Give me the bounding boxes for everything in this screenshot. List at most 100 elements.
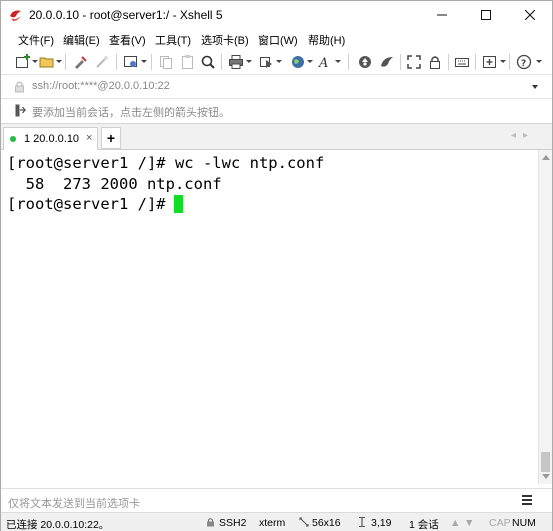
new-session-icon (15, 54, 31, 70)
hamburger-menu-icon[interactable] (522, 495, 532, 507)
add-pane-icon (482, 54, 498, 70)
menu-window[interactable]: 窗口(W) (258, 32, 298, 48)
connected-status-icon (10, 136, 16, 142)
xagent-button[interactable] (378, 53, 396, 71)
maximize-icon (481, 10, 491, 20)
print-button[interactable] (227, 53, 245, 71)
scrollbar-thumb[interactable] (541, 452, 550, 472)
svg-text:?: ? (521, 59, 526, 69)
terminal-scrollbar[interactable] (538, 150, 552, 484)
reconnect-icon (72, 54, 88, 70)
new-tab-button[interactable]: + (101, 127, 121, 149)
fullscreen-button[interactable] (405, 53, 423, 71)
tab-prev-icon[interactable]: ◂ (511, 130, 516, 141)
xagent-icon (379, 54, 395, 70)
session-hint-bar: 要添加当前会话，点击左侧的箭头按钮。 (1, 99, 552, 124)
close-button[interactable] (508, 1, 552, 29)
help-icon: ? (516, 54, 532, 70)
scroll-up-icon[interactable] (542, 155, 550, 160)
arrow-up-icon: ▲ (450, 517, 461, 529)
paste-button[interactable] (178, 53, 196, 71)
find-icon (200, 54, 216, 70)
terminal-line: 58 273 2000 ntp.conf (7, 175, 222, 193)
lock-button[interactable] (426, 53, 444, 71)
protocol-status: SSH2 (219, 517, 247, 529)
tab-bar: 1 20.0.0.10 × + ◂ ▸ (1, 124, 552, 150)
properties-icon (123, 54, 139, 70)
reconnect-button[interactable] (71, 53, 89, 71)
disconnect-button[interactable] (93, 53, 111, 71)
font-button[interactable]: A (316, 53, 334, 71)
menu-edit[interactable]: 编辑(E) (63, 32, 100, 48)
terminal-area[interactable]: [root@server1 /]# wc -lwc ntp.conf 58 27… (1, 150, 538, 484)
help-button[interactable]: ? (515, 53, 533, 71)
add-pane-button[interactable] (481, 53, 499, 71)
menu-help[interactable]: 帮助(H) (308, 32, 345, 48)
font-icon: A (317, 54, 333, 70)
size-icon (299, 517, 309, 530)
paste-icon (179, 54, 195, 70)
xftp-icon (357, 54, 373, 70)
globe-icon (290, 54, 306, 70)
properties-button[interactable] (122, 53, 140, 71)
globe-button[interactable] (289, 53, 307, 71)
tab-label: 1 20.0.0.10 (24, 133, 80, 145)
address-lock-icon (14, 80, 25, 96)
menu-bar: 文件(F) 编辑(E) 查看(V) 工具(T) 选项卡(B) 窗口(W) 帮助(… (1, 29, 552, 49)
menu-tabs[interactable]: 选项卡(B) (201, 32, 249, 48)
lock-icon (427, 54, 443, 70)
new-session-button[interactable] (14, 53, 32, 71)
num-lock-status: NUM (512, 517, 536, 529)
keyboard-icon (454, 54, 470, 70)
svg-text:A: A (318, 56, 328, 70)
copy-button[interactable] (157, 53, 175, 71)
terminal-cursor (174, 195, 183, 213)
arrow-down-icon: ▼ (464, 517, 475, 529)
terminal-type-status: xterm (259, 517, 286, 529)
terminal-line: [root@server1 /]# (7, 195, 175, 213)
xshell-window: 20.0.0.10 - root@server1:/ - Xshell 5 文件… (0, 0, 553, 531)
cursor-position-icon (359, 517, 365, 530)
transfer-button[interactable] (257, 53, 275, 71)
menu-tools[interactable]: 工具(T) (155, 32, 191, 48)
address-text[interactable]: ssh://root:****@20.0.0.10:22 (32, 80, 170, 92)
compose-input[interactable]: 仅将文本发送到当前选项卡 (8, 495, 140, 511)
terminal-size-status: 56x16 (312, 517, 341, 529)
tab-session-1[interactable]: 1 20.0.0.10 × (3, 127, 98, 150)
open-session-button[interactable] (38, 53, 56, 71)
menu-file[interactable]: 文件(F) (18, 32, 54, 48)
tab-next-icon[interactable]: ▸ (523, 130, 528, 141)
cursor-position-status: 3,19 (371, 517, 392, 529)
print-icon (228, 54, 244, 70)
status-lock-icon (206, 517, 215, 530)
transfer-icon (258, 54, 274, 70)
address-dropdown-icon[interactable] (532, 85, 538, 89)
disconnect-icon (94, 54, 110, 70)
open-folder-icon (39, 54, 55, 70)
copy-icon (158, 54, 174, 70)
minimize-button[interactable] (420, 1, 464, 29)
window-title: 20.0.0.10 - root@server1:/ - Xshell 5 (29, 8, 223, 22)
keyboard-button[interactable] (453, 53, 471, 71)
menu-view[interactable]: 查看(V) (109, 32, 146, 48)
tab-close-icon[interactable]: × (86, 132, 92, 144)
minimize-icon (437, 10, 447, 20)
session-count-status: 1 会话 (409, 519, 439, 531)
maximize-button[interactable] (464, 1, 508, 29)
scroll-down-icon[interactable] (542, 474, 550, 479)
compose-bar[interactable]: 仅将文本发送到当前选项卡 (1, 488, 552, 512)
arrow-icon[interactable] (15, 104, 27, 120)
xshell-logo-icon (8, 7, 24, 23)
xftp-button[interactable] (356, 53, 374, 71)
terminal-line: [root@server1 /]# wc -lwc ntp.conf (7, 154, 325, 172)
title-bar[interactable]: 20.0.0.10 - root@server1:/ - Xshell 5 (1, 1, 552, 29)
hint-text: 要添加当前会话，点击左侧的箭头按钮。 (32, 107, 230, 119)
fullscreen-icon (406, 54, 422, 70)
status-bar: 已连接 20.0.0.10:22。 SSH2 xterm 56x16 3,19 … (1, 512, 552, 531)
connection-status: 已连接 20.0.0.10:22。 (6, 519, 110, 531)
find-button[interactable] (199, 53, 217, 71)
toolbar: A ? (1, 49, 552, 75)
caps-lock-status: CAP (489, 517, 511, 529)
address-bar[interactable]: ssh://root:****@20.0.0.10:22 (1, 75, 552, 99)
close-icon (525, 10, 535, 20)
